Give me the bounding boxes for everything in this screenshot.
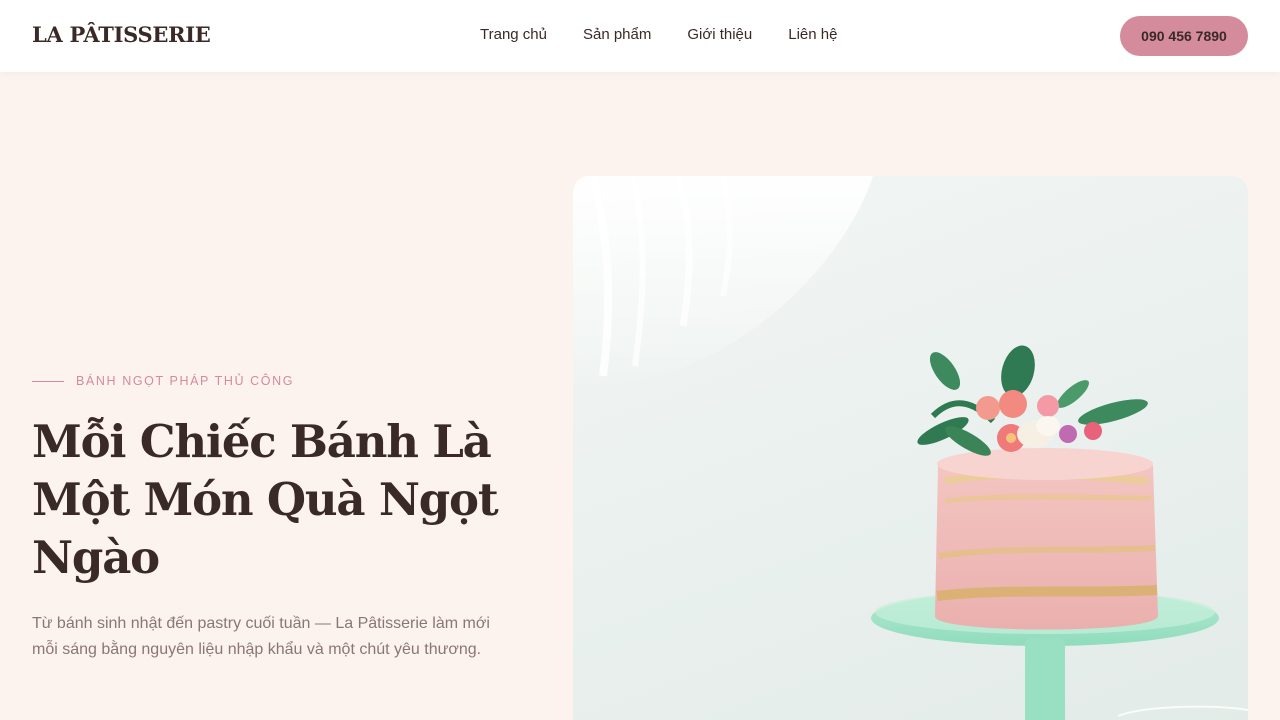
nav-link-products[interactable]: Sản phẩm <box>583 26 651 43</box>
nav-link-about[interactable]: Giới thiệu <box>687 26 752 43</box>
nav-link-home[interactable]: Trang chủ <box>480 26 547 43</box>
phone-button[interactable]: 090 456 7890 <box>1120 16 1248 56</box>
hero-eyebrow: BÁNH NGỌT PHÁP THỦ CÔNG <box>32 374 294 388</box>
hero-title-line-2: Một Món Quà Ngọt <box>32 473 499 526</box>
hero-title: Mỗi Chiếc Bánh Là Một Món Quà Ngọt Ngào <box>32 413 512 587</box>
eyebrow-label: BÁNH NGỌT PHÁP THỦ CÔNG <box>76 374 295 388</box>
hero-cake-photo <box>573 176 1248 720</box>
eyebrow-divider <box>32 380 64 382</box>
hero-title-line-1: Mỗi Chiếc Bánh Là <box>32 415 492 468</box>
hero-description: Từ bánh sinh nhật đến pastry cuối tuần —… <box>32 615 490 658</box>
main-menu: Trang chủ Sản phẩm Giới thiệu Liên hệ <box>480 26 837 43</box>
brand-logo[interactable]: LA PÂTISSERIE <box>32 22 211 47</box>
nav-link-contact[interactable]: Liên hệ <box>788 26 837 43</box>
top-navigation-bar: LA PÂTISSERIE Trang chủ Sản phẩm Giới th… <box>0 0 1280 72</box>
hero-title-line-3: Ngào <box>32 531 160 584</box>
